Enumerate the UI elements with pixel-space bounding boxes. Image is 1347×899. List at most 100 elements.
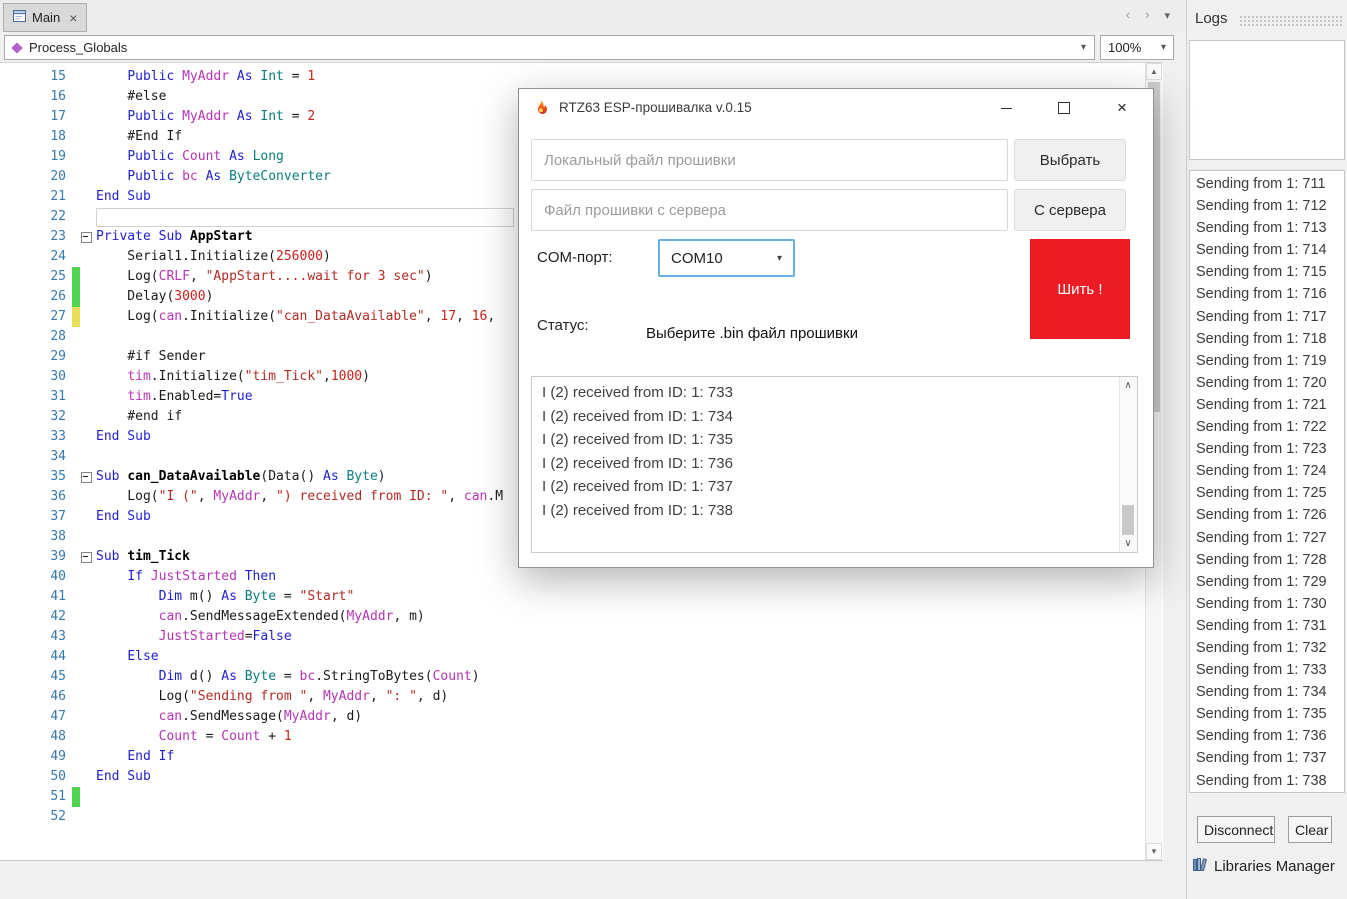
local-firmware-input[interactable]	[531, 139, 1008, 181]
line-number: 42	[50, 609, 66, 624]
code-token: End Sub	[96, 509, 151, 524]
fold-margin	[80, 427, 96, 447]
code-token: End Sub	[96, 769, 151, 784]
log-entry: Sending from 1: 720	[1196, 374, 1327, 391]
from-server-button[interactable]: С сервера	[1014, 189, 1126, 231]
choose-file-button[interactable]: Выбрать	[1014, 139, 1126, 181]
code-token: MyAddr	[213, 489, 261, 504]
code-token: d()	[182, 669, 222, 684]
maximize-button[interactable]	[1041, 89, 1087, 127]
fold-margin	[80, 407, 96, 427]
code-token: ,	[448, 489, 464, 504]
fold-margin	[80, 127, 96, 147]
code-token: MyAddr	[283, 709, 331, 724]
log-entry: Sending from 1: 727	[1196, 529, 1327, 546]
collapse-minus-icon[interactable]	[81, 471, 92, 483]
change-marker	[72, 267, 80, 287]
tab-menu-icon[interactable]: ▾	[1164, 7, 1170, 22]
code-token: ": "	[385, 689, 417, 704]
code-token: , d)	[416, 689, 449, 704]
log-entry: Sending from 1: 734	[1196, 684, 1327, 701]
code-token: =	[283, 69, 308, 84]
code-token: tim_Tick	[127, 549, 190, 564]
logs-list[interactable]: Sending from 1: 711 Sending from 1: 712 Se…	[1189, 170, 1345, 793]
close-button[interactable]: ×	[1099, 89, 1145, 127]
code-text: Log(CRLF, "AppStart....wait for 3 sec")	[96, 267, 432, 287]
module-selector[interactable]: Process_Globals ▾	[4, 35, 1095, 60]
fold-margin	[80, 307, 96, 327]
code-token: Int	[260, 69, 284, 84]
minimize-icon	[1000, 107, 1012, 109]
log-entry: Sending from 1: 721	[1196, 396, 1327, 413]
line-number: 43	[50, 629, 66, 644]
code-token: , d)	[330, 709, 363, 724]
libraries-manager-tab[interactable]: Libraries Manager	[1193, 858, 1335, 875]
listbox-row[interactable]: I (2) received from ID: 1: 735	[532, 428, 1137, 452]
listbox-row[interactable]: I (2) received from ID: 1: 734	[532, 405, 1137, 429]
line-number: 45	[50, 669, 66, 684]
log-entry: Sending from 1: 732	[1196, 639, 1327, 656]
flash-button[interactable]: Шить !	[1030, 239, 1130, 339]
code-token: 17	[440, 309, 457, 324]
dialog-listbox[interactable]: I (2) received from ID: 1: 733 I (2) rece…	[531, 376, 1138, 553]
scroll-down-icon[interactable]: ▼	[1146, 843, 1162, 860]
line-number: 51	[50, 789, 66, 804]
log-entry: Sending from 1: 731	[1196, 617, 1327, 634]
scroll-up-icon[interactable]: ∧	[1120, 378, 1136, 393]
fold-margin	[80, 707, 96, 727]
listbox-row[interactable]: I (2) received from ID: 1: 733	[532, 381, 1137, 405]
code-line: 43 JustStarted=False	[6, 627, 1163, 647]
code-token: End If	[127, 749, 175, 764]
tab-scroll-right-icon[interactable]: ›	[1145, 7, 1149, 22]
tab-main[interactable]: Main ×	[3, 3, 88, 32]
listbox-row[interactable]: I (2) received from ID: 1: 738	[532, 499, 1137, 523]
zoom-selector[interactable]: 100% ▾	[1100, 35, 1174, 60]
code-token: can_DataAvailable	[127, 469, 261, 484]
scroll-up-icon[interactable]: ▲	[1146, 63, 1162, 80]
code-token: MyAddr	[322, 689, 370, 704]
tab-scroll-left-icon[interactable]: ‹	[1126, 7, 1130, 22]
disconnect-button[interactable]: Disconnect	[1197, 816, 1275, 843]
gutter-marker-space	[72, 607, 80, 627]
gutter-marker-space	[72, 567, 80, 587]
code-token: As	[221, 589, 237, 604]
clear-button[interactable]: Clear	[1288, 816, 1332, 843]
gutter-marker-space	[72, 367, 80, 387]
tab-nav: ‹ › ▾	[1126, 7, 1170, 22]
tab-close-icon[interactable]: ×	[69, 10, 77, 26]
fold-margin	[80, 727, 96, 747]
line-number: 47	[50, 709, 66, 724]
code-token: Count	[221, 729, 261, 744]
gutter-marker-space	[72, 227, 80, 247]
logs-filter-box[interactable]	[1189, 40, 1345, 160]
server-firmware-input[interactable]	[531, 189, 1008, 231]
minimize-button[interactable]	[983, 89, 1029, 127]
scroll-down-icon[interactable]: ∨	[1120, 536, 1136, 551]
code-token: )	[471, 669, 480, 684]
fold-margin	[80, 747, 96, 767]
collapse-minus-icon[interactable]	[81, 231, 92, 243]
listbox-row[interactable]: I (2) received from ID: 1: 737	[532, 475, 1137, 499]
line-number: 23	[50, 229, 66, 244]
code-token: As	[236, 109, 253, 124]
scrollbar-thumb[interactable]	[1122, 505, 1134, 535]
fold-margin	[80, 767, 96, 787]
code-text: Public Count As Long	[96, 147, 284, 167]
listbox-row[interactable]: I (2) received from ID: 1: 736	[532, 452, 1137, 476]
listbox-scrollbar[interactable]: ∧ ∨	[1119, 377, 1137, 552]
gutter-marker-space	[72, 527, 80, 547]
status-label: Статус:	[537, 317, 589, 334]
com-port-select[interactable]: COM10 ▾	[658, 239, 795, 277]
code-token: Long	[252, 149, 284, 164]
code-token: 256000	[276, 249, 323, 264]
chevron-down-icon: ▾	[1080, 42, 1086, 53]
code-token: )	[377, 469, 386, 484]
collapse-minus-icon[interactable]	[81, 551, 92, 563]
panel-grip[interactable]	[1239, 15, 1343, 26]
